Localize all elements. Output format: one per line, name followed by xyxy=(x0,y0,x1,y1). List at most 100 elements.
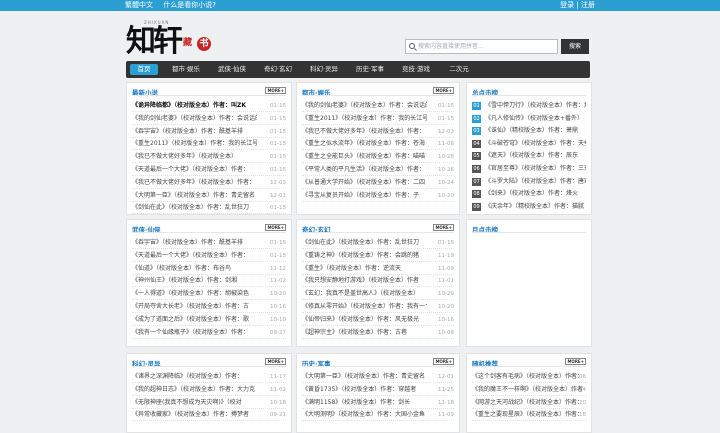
book-title[interactable]: 《我的剑仙老婆》（校对版全本）作者：会说话的肘子 xyxy=(132,113,257,124)
book-title[interactable]: 《修真从零开始》（校对版全本）作者：我有一个 xyxy=(302,301,427,312)
rank-item[interactable]: 02 《凡人修仙传》（校对版全本+番外） xyxy=(472,113,586,125)
book-title[interactable]: 《黄昏1735》（校对版全本）作者：穿越者 xyxy=(302,384,427,395)
book-title[interactable]: 《满明1158》（校对版全本）作者：剑长 xyxy=(302,397,427,408)
rank-item[interactable]: 07 《斗罗大陆》（校对版全本）作者：唐家 xyxy=(472,176,586,188)
nav-item-5[interactable]: 历史·军事 xyxy=(350,64,390,75)
book-title[interactable]: 《重铸之神》（校对版全本）作者：会跳的猪 xyxy=(302,250,427,261)
book-title[interactable]: 《诡异降临都》（校对版全本）作者：叫ZK xyxy=(132,100,257,111)
book-title[interactable]: 《我只想安静地打游戏》（校对版全本）作者 xyxy=(302,275,427,286)
nav-item-3[interactable]: 奇幻·玄幻 xyxy=(258,64,298,75)
list-item[interactable]: 《我的超神日志》（校对版全本）作者：大力克 11-02 xyxy=(132,384,286,396)
more-link[interactable]: MORE+ xyxy=(265,87,286,94)
list-item[interactable]: 《重生2011》（校对版全本）作者：我的长江号 01-15 xyxy=(132,138,286,151)
book-title[interactable]: 《剑仙在此》（校对版全本）作者：乱世狂刀 xyxy=(132,202,257,213)
list-item[interactable]: 《大明测明》（校对版全本）作者：大国小金鱼 11-09 xyxy=(302,409,454,422)
list-item[interactable]: 《剑仙在此》（校对版全本）作者：乱世狂刀 01-15 xyxy=(132,202,286,215)
book-title[interactable]: 《天道最后一个大佬》（校对版全本）作者： xyxy=(132,250,257,261)
book-title[interactable]: 《重生之似水流年》（校对版全本）作者：苍海 xyxy=(302,138,427,149)
list-item[interactable]: 《重铸之神》（校对版全本）作者：会跳的猪 11-19 xyxy=(302,250,454,262)
book-title[interactable]: 《我已不做大佬好多年》（校对版全本） xyxy=(132,151,257,162)
book-title[interactable]: 《大明测明》（校对版全本）作者：大国小金鱼 xyxy=(302,409,427,420)
list-item[interactable]: 《玄幻：我真不是盖世高人》（校对版全本） 10-29 xyxy=(302,288,454,301)
book-title[interactable]: 《一人得道》（校对版全本）作者：胡椒染色 xyxy=(132,288,257,299)
list-item[interactable]: 《我只想安静地打游戏》（校对版全本）作者 11-01 xyxy=(302,275,454,288)
list-item[interactable]: 《超神宗主》（校对版全本）作者：古巷 10-08 xyxy=(302,327,454,339)
search-button[interactable]: 搜索 xyxy=(561,39,589,54)
book-title[interactable]: 《仙道》（校对版全本）作者：布谷鸟 xyxy=(132,263,257,274)
book-title[interactable]: 《吞宇宙》（校对版全本）作者：酰基羊排 xyxy=(132,237,257,248)
list-item[interactable]: 《神州仙王》（校对版全本）作者：剑湘 11-02 xyxy=(132,275,286,288)
rank-item[interactable]: 06 《官居至尊》（校对版全本）作者：三戒 xyxy=(472,163,586,175)
list-item[interactable]: 《我的剑仙老婆》（校对版全本）作者：会说话的肘子 01-15 xyxy=(132,113,286,125)
book-title[interactable]: 《重生》（校对版全本）作者：逆流天 xyxy=(302,263,427,274)
list-item[interactable]: 《我有一个仙缘瓶子》（校对版全本）作者： 09-27 xyxy=(132,327,286,339)
book-title[interactable]: 《诛仙》（精校版全本）作者：萧鼎 xyxy=(485,125,586,137)
list-item[interactable]: 《一人得道》（校对版全本）作者：胡椒染色 10-20 xyxy=(132,288,286,301)
list-item[interactable]: 《平常人类的平凡生活》（校对版全本）作者： 10-26 xyxy=(302,164,454,176)
book-title[interactable]: 《诸界之深渊降临》（校对版全本）作者： xyxy=(132,371,257,382)
more-link[interactable]: MORE+ xyxy=(433,224,454,231)
list-item[interactable]: 《吞宇宙》（校对版全本）作者：酰基羊排 01-15 xyxy=(132,126,286,138)
list-item[interactable]: 《诸界之深渊降临》（校对版全本）作者： 11-17 xyxy=(132,371,286,383)
list-item[interactable]: 《修真从零开始》（校对版全本）作者：我有一个 10-20 xyxy=(302,301,454,313)
nav-item-7[interactable]: 二次元 xyxy=(442,64,476,75)
list-item[interactable]: 《从普通大学开始》（校对版全本）作者：二四 10-24 xyxy=(302,177,454,189)
book-title[interactable]: 《我已不做大佬好多年》（校对版全本）作者： xyxy=(302,126,427,137)
book-title[interactable]: 《遮天》（校对版全本）作者：辰东 xyxy=(485,150,586,162)
list-item[interactable]: 《寻宝从复员开始》（校对版全本）作者：子 10-20 xyxy=(302,190,454,202)
book-title[interactable]: 《我已不做大佬好多年》（校对版全本）作者： xyxy=(132,177,257,188)
book-title[interactable]: 《异常收藏家》（校对版全本）作者：搏梦者 xyxy=(132,409,257,420)
book-title[interactable]: 《斗罗大陆》（校对版全本）作者：唐家 xyxy=(485,176,586,188)
book-title[interactable]: 《大明第一臣》（校对版全本）作者：青史留名 xyxy=(132,190,257,201)
book-title[interactable]: 《重生2011》（校对版全本）作者：我的长江号 xyxy=(302,113,427,124)
book-title[interactable]: 《网游之天河战纪》（校对版全本）作者： xyxy=(472,397,586,408)
rank-item[interactable]: 08 《剑来》（校对版全本）作者：烽火 xyxy=(472,188,586,200)
list-item[interactable]: 《重生之要现星辰》（校对版全本）作者： 01-18 xyxy=(472,409,586,422)
list-item[interactable]: 《异常收藏家》（校对版全本）作者：搏梦者 09-21 xyxy=(132,409,286,422)
book-title[interactable]: 《官居至尊》（校对版全本）作者：三戒 xyxy=(485,163,586,175)
list-item[interactable]: 《重生》（校对版全本）作者：逆流天 11-09 xyxy=(302,263,454,275)
more-link[interactable]: MORE+ xyxy=(565,358,586,365)
list-item[interactable]: 《成为了道面之后》（校对版全本）作者：歌 10-10 xyxy=(132,314,286,326)
nav-item-2[interactable]: 武侠·仙侠 xyxy=(212,64,252,75)
book-title[interactable]: 《神州仙王》（校对版全本）作者：剑湘 xyxy=(132,275,257,286)
book-title[interactable]: 《寻宝从复员开始》（校对版全本）作者：子 xyxy=(302,190,427,201)
more-link[interactable]: MORE+ xyxy=(265,358,286,365)
list-item[interactable]: 《仙道》（校对版全本）作者：布谷鸟 11-12 xyxy=(132,263,286,275)
list-item[interactable]: 《无限神座(我真不想成为天灾啊)》（校对 10-18 xyxy=(132,397,286,409)
nav-item-0[interactable]: 首页 xyxy=(130,64,158,75)
list-item[interactable]: 《仙帝归来》（校对版全本）作者：风无极光 10-16 xyxy=(302,314,454,326)
site-logo[interactable]: ZHIXUAN 知轩 藏 书 xyxy=(126,20,220,66)
book-title[interactable]: 《我的超神日志》（校对版全本）作者：大力克 xyxy=(132,384,257,395)
more-link[interactable]: MORE+ xyxy=(433,358,454,365)
rank-item[interactable]: 09 《庆余年》（精校版全本）作者：猫腻 xyxy=(472,201,586,213)
list-item[interactable]: 《我已不做大佬好多年》（校对版全本）作者： 12-03 xyxy=(302,126,454,138)
nav-item-4[interactable]: 科幻·灵异 xyxy=(304,64,344,75)
book-title[interactable]: 《斗破苍穹》（校对版全本）作者：天蚕 xyxy=(485,138,586,150)
book-title[interactable]: 《仙帝归来》（校对版全本）作者：风无极光 xyxy=(302,314,427,325)
list-item[interactable]: 《网游之天河战纪》（校对版全本）作者： 11-20 xyxy=(472,397,586,409)
book-title[interactable]: 《玄幻：我真不是盖世高人》（校对版全本） xyxy=(302,288,427,299)
book-title[interactable]: 《雪中悍刀行》（校对版全本）作者：烽火 xyxy=(485,100,586,112)
list-item[interactable]: 《开局夺舍大长老》（校对版全本）作者：古 10-16 xyxy=(132,301,286,313)
book-title[interactable]: 《这个剑客有毛病》（校对版全本）作者： xyxy=(472,371,586,382)
more-link[interactable]: MORE+ xyxy=(433,87,454,94)
nav-item-1[interactable]: 都市·娱乐 xyxy=(166,64,206,75)
register-link[interactable]: 注册 xyxy=(581,1,595,9)
book-title[interactable]: 《凡人修仙传》（校对版全本+番外） xyxy=(485,113,586,125)
list-item[interactable]: 《我的魔王不一样啊》（校对版全本）作者 11-24 xyxy=(472,384,586,396)
list-item[interactable]: 《大明第一臣》（校对版全本）作者：青史留名 12-01 xyxy=(132,190,286,202)
list-item[interactable]: 《我的剑仙老婆》（校对版全本）作者：会说话的肘子 01-15 xyxy=(302,100,454,112)
list-item[interactable]: 《诡异降临都》（校对版全本）作者：叫ZK 01-15 xyxy=(132,100,286,112)
book-title[interactable]: 《大明第一臣》（校对版全本）作者：青史留名 xyxy=(302,371,427,382)
book-title[interactable]: 《无限神座(我真不想成为天灾啊)》（校对 xyxy=(132,397,257,408)
list-item[interactable]: 《黄昏1735》（校对版全本）作者：穿越者 11-25 xyxy=(302,384,454,396)
simplified-traditional-link[interactable]: 繁體中文 xyxy=(125,1,153,9)
list-item[interactable]: 《天道最后一个大佬》（校对版全本）作者： 01-15 xyxy=(132,250,286,262)
book-title[interactable]: 《重生之全能巨头》（校对版全本）作者：喵喵 xyxy=(302,151,427,162)
book-title[interactable]: 《从普通大学开始》（校对版全本）作者：二四 xyxy=(302,177,427,188)
book-title[interactable]: 《天道最后一个大佬》（校对版全本）作者： xyxy=(132,164,257,175)
book-title[interactable]: 《剑来》（校对版全本）作者：烽火 xyxy=(485,188,586,200)
book-title[interactable]: 《重生2011》（校对版全本）作者：我的长江号 xyxy=(132,138,257,149)
rank-item[interactable]: 03 《诛仙》（精校版全本）作者：萧鼎 xyxy=(472,125,586,137)
